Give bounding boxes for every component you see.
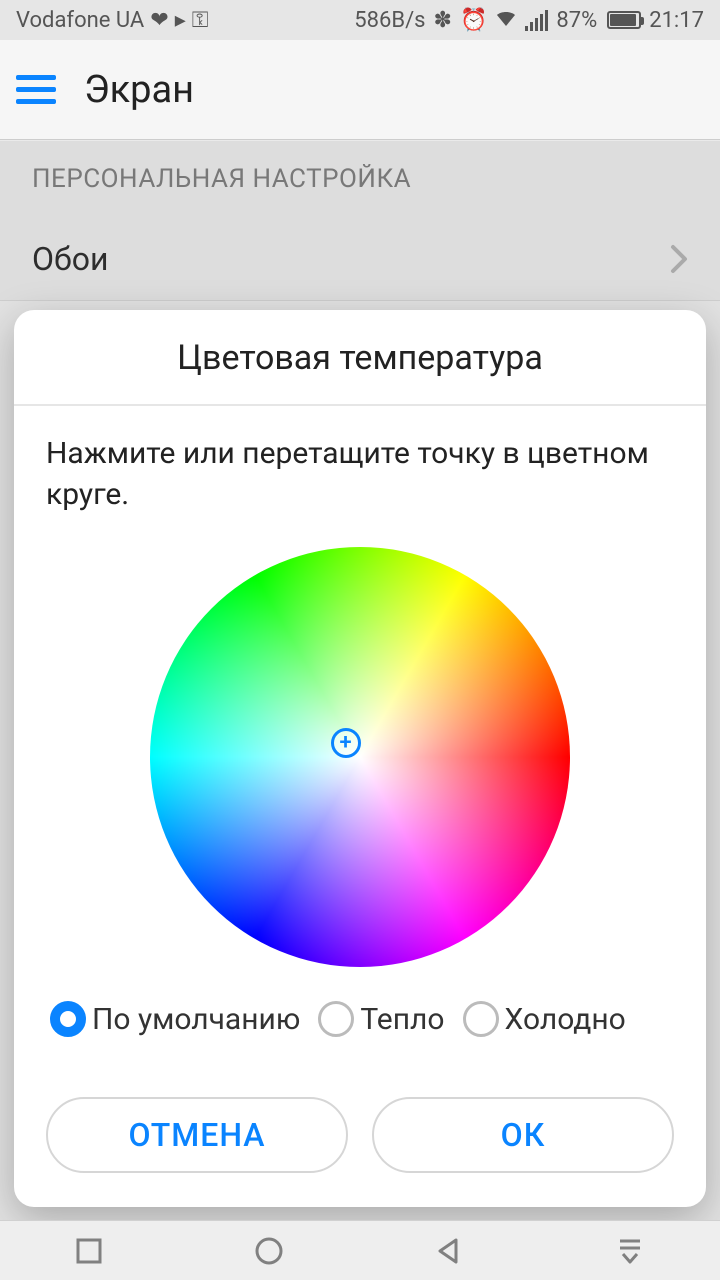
radio-warm[interactable]: Тепло	[318, 1001, 444, 1037]
radio-unselected-icon	[318, 1001, 354, 1037]
ok-button[interactable]: ОК	[372, 1097, 674, 1173]
bluetooth-icon: ✽	[434, 8, 452, 33]
radio-cold-label: Холодно	[505, 1002, 626, 1037]
radio-warm-label: Тепло	[360, 1002, 444, 1037]
hamburger-menu-icon[interactable]	[16, 75, 56, 105]
radio-group: По умолчанию Тепло Холодно	[46, 995, 674, 1047]
carrier-label: Vodafone UA	[16, 8, 144, 33]
signal-icon	[525, 10, 548, 31]
heart-icon: ❤	[150, 8, 168, 33]
data-speed: 586B/s	[354, 8, 425, 33]
plugin-icon: ▸	[175, 8, 186, 33]
alarm-icon: ⏰	[460, 8, 487, 33]
recent-apps-icon[interactable]	[75, 1237, 103, 1265]
radio-default-label: По умолчанию	[92, 1002, 300, 1037]
radio-selected-icon	[50, 1001, 86, 1037]
color-wheel[interactable]: +	[150, 547, 570, 967]
cancel-button[interactable]: ОТМЕНА	[46, 1097, 348, 1173]
color-picker-crosshair-icon[interactable]: +	[331, 728, 361, 758]
battery-percent: 87%	[556, 8, 597, 33]
back-icon[interactable]	[434, 1236, 464, 1266]
radio-cold[interactable]: Холодно	[463, 1001, 626, 1037]
color-temperature-dialog: Цветовая температура Нажмите или перетащ…	[14, 310, 706, 1207]
dialog-title: Цветовая температура	[14, 310, 706, 406]
clock: 21:17	[649, 8, 704, 33]
downloads-icon[interactable]	[615, 1236, 645, 1266]
status-bar: Vodafone UA ❤ ▸ ⚿ 586B/s ✽ ⏰ 87% 21:17	[0, 0, 720, 40]
home-icon[interactable]	[254, 1236, 284, 1266]
app-header: Экран	[0, 40, 720, 140]
key-icon: ⚿	[192, 8, 209, 33]
page-title: Экран	[84, 68, 194, 112]
system-nav-bar	[0, 1220, 720, 1280]
dialog-instruction: Нажмите или перетащите точку в цветном к…	[46, 434, 674, 515]
radio-default[interactable]: По умолчанию	[50, 1001, 300, 1037]
battery-icon	[607, 11, 641, 29]
radio-unselected-icon	[463, 1001, 499, 1037]
wifi-icon	[495, 8, 517, 33]
